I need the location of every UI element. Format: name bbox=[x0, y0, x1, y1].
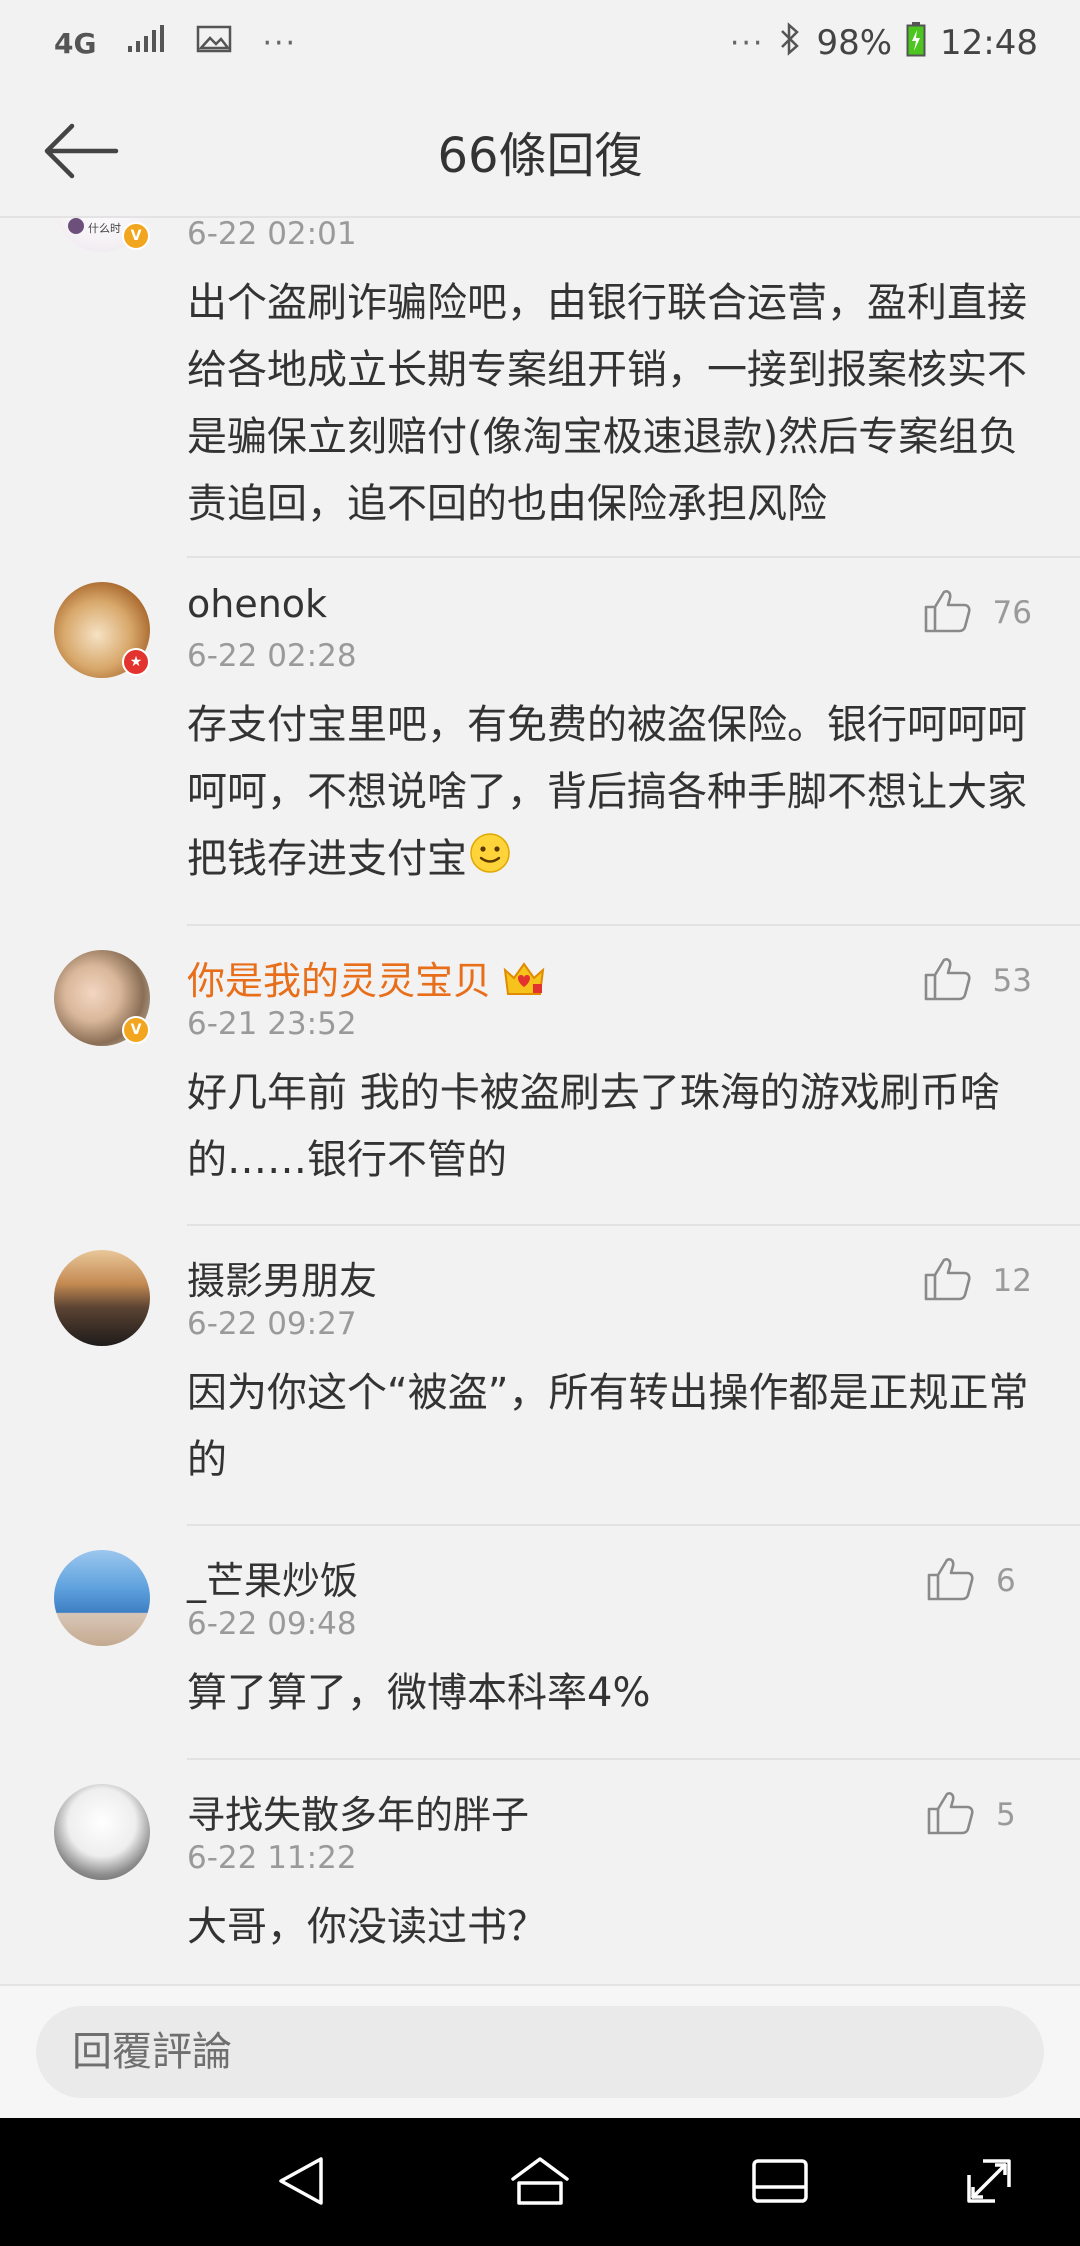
nav-recents-button[interactable] bbox=[745, 2150, 815, 2216]
bluetooth-icon bbox=[778, 21, 802, 66]
system-nav-bar bbox=[0, 2118, 1080, 2246]
avatar[interactable]: V bbox=[54, 950, 150, 1046]
comment-author[interactable]: 你是我的灵灵宝贝 bbox=[187, 950, 547, 1009]
comment-time: 6-22 09:48 bbox=[187, 1606, 357, 1642]
thumbs-up-icon bbox=[926, 1556, 974, 1606]
reply-input[interactable] bbox=[36, 2006, 1044, 2098]
like-count: 6 bbox=[996, 1563, 1016, 1599]
like-count: 12 bbox=[992, 1263, 1032, 1299]
nav-expand-icon bbox=[959, 2151, 1019, 2215]
like-button[interactable]: 5 bbox=[926, 1790, 1032, 1840]
smile-emoji-icon bbox=[469, 828, 511, 895]
divider bbox=[187, 1224, 1080, 1226]
thumbs-up-icon bbox=[923, 588, 971, 638]
divider bbox=[187, 1758, 1080, 1760]
more-status: ··· bbox=[729, 25, 765, 61]
image-icon bbox=[196, 23, 232, 63]
like-count: 53 bbox=[992, 963, 1032, 999]
comment-time: 6-22 11:22 bbox=[187, 1840, 357, 1876]
page-title: 66條回復 bbox=[437, 128, 643, 184]
divider bbox=[187, 556, 1080, 558]
comment-author[interactable]: 寻找失散多年的胖子 bbox=[187, 1784, 529, 1839]
like-button[interactable]: 6 bbox=[926, 1556, 1032, 1606]
avatar[interactable]: ★ bbox=[54, 582, 150, 678]
like-button[interactable]: 53 bbox=[923, 956, 1032, 1006]
clock: 12:48 bbox=[940, 23, 1038, 63]
thumbs-up-icon bbox=[926, 1790, 974, 1840]
like-button[interactable]: 76 bbox=[923, 588, 1032, 638]
like-count: 76 bbox=[992, 595, 1032, 631]
thumbs-up-icon bbox=[923, 1256, 971, 1306]
avatar-image bbox=[54, 1550, 150, 1646]
divider bbox=[187, 924, 1080, 926]
nav-back-button[interactable] bbox=[266, 2150, 336, 2216]
comment-text: 算了算了，微博本科率4% bbox=[187, 1670, 651, 1716]
avatar-image bbox=[54, 1250, 150, 1346]
avatar[interactable] bbox=[54, 1784, 150, 1880]
comment-time: 6-22 09:27 bbox=[187, 1306, 357, 1342]
verified-badge: V bbox=[122, 1016, 150, 1044]
comment-text: 好几年前 我的卡被盗刷去了珠海的游戏刷币啥的……银行不管的 bbox=[187, 1070, 1000, 1183]
comment-author-name: 你是我的灵灵宝贝 bbox=[187, 959, 492, 1003]
nav-expand-button[interactable] bbox=[954, 2150, 1024, 2216]
comment-text: 因为你这个“被盗”，所有转出操作都是正规正常的 bbox=[187, 1370, 1029, 1483]
signal-icon bbox=[126, 23, 166, 63]
header: 66條回復 bbox=[0, 86, 1080, 218]
comment-author[interactable]: ohenok bbox=[187, 582, 327, 626]
divider bbox=[187, 1524, 1080, 1526]
nav-recents-icon bbox=[749, 2153, 811, 2213]
verified-badge: V bbox=[122, 222, 150, 250]
like-button[interactable]: 12 bbox=[923, 1256, 1032, 1306]
battery-percent: 98% bbox=[816, 23, 893, 63]
comment-text: 出个盗刷诈骗险吧，由银行联合运营，盈利直接给各地成立长期专案组开销，一接到报案核… bbox=[187, 280, 1027, 527]
comment-text: 存支付宝里吧，有免费的被盗保险。银行呵呵呵呵呵，不想说啥了，背后搞各种手脚不想让… bbox=[187, 692, 1037, 895]
avatar[interactable] bbox=[54, 1250, 150, 1346]
avatar[interactable]: 什么时 V bbox=[54, 218, 150, 252]
star-badge: ★ bbox=[122, 648, 150, 676]
battery-icon bbox=[906, 21, 926, 66]
nav-back-icon bbox=[273, 2153, 329, 2213]
like-count: 5 bbox=[996, 1797, 1016, 1833]
avatar-image bbox=[54, 1784, 150, 1880]
avatar[interactable] bbox=[54, 1550, 150, 1646]
comment-text: 大哥，你没读过书？ bbox=[187, 1904, 547, 1950]
comment-time: 6-22 02:01 bbox=[187, 218, 357, 252]
network-type: 4G bbox=[54, 26, 97, 60]
crown-icon bbox=[501, 958, 547, 1009]
reply-bar bbox=[0, 1984, 1080, 2118]
status-left: 4G ··· bbox=[54, 20, 297, 66]
thumbs-up-icon bbox=[923, 956, 971, 1006]
comment-time: 6-21 23:52 bbox=[187, 1006, 357, 1042]
comment-author[interactable]: _芒果炒饭 bbox=[187, 1550, 358, 1605]
avatar-caption: 什么时 bbox=[88, 222, 121, 235]
comment-list[interactable]: 什么时 V 6-22 02:01 出个盗刷诈骗险吧，由银行联合运营，盈利直接给各… bbox=[0, 218, 1080, 1984]
avatar-figure bbox=[68, 218, 84, 234]
nav-home-icon bbox=[509, 2153, 571, 2213]
more-notifications: ··· bbox=[262, 25, 298, 61]
comment-text-body: 存支付宝里吧，有免费的被盗保险。银行呵呵呵呵呵，不想说啥了，背后搞各种手脚不想让… bbox=[187, 702, 1027, 882]
comment-time: 6-22 02:28 bbox=[187, 638, 357, 674]
status-right: ··· 98% 12:48 bbox=[730, 20, 1038, 66]
nav-home-button[interactable] bbox=[505, 2150, 575, 2216]
status-bar: 4G ··· ··· 98% 12:48 bbox=[0, 0, 1080, 86]
comment-author[interactable]: 摄影男朋友 bbox=[187, 1250, 377, 1305]
